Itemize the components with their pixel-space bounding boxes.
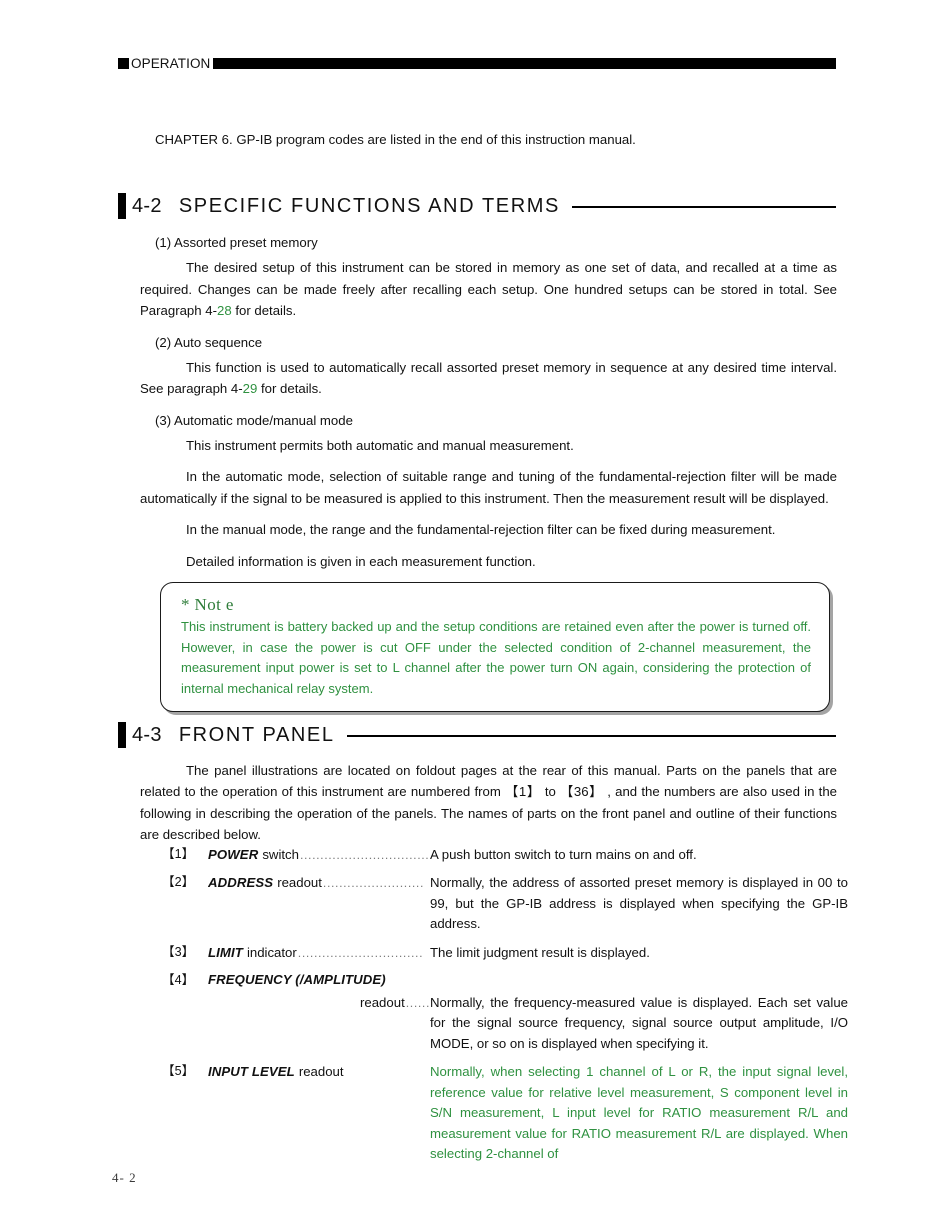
part-label-group: POWER switch ...........................…: [208, 845, 430, 865]
part-number-tag: 【4】: [162, 973, 195, 988]
part-label-group: readout ......: [208, 993, 430, 1013]
cross-reference-4-29: 29: [242, 381, 258, 397]
part-number-tag: 【2】: [162, 875, 195, 890]
page-number-footer: 4- 2: [112, 1170, 137, 1185]
paragraph-front-panel-intro: The panel illustrations are located on f…: [140, 760, 837, 846]
panel-part-range-end: 【36】: [560, 784, 603, 800]
section-4-2-body: (1) Assorted preset memory The desired s…: [140, 232, 837, 582]
dot-leader: ...............................: [297, 945, 424, 960]
section-horizontal-rule: [346, 735, 836, 737]
part-kind: indicator: [246, 944, 297, 960]
paragraph-auto-sequence: This function is used to automatically r…: [140, 357, 837, 400]
part-description-row: readout ...... Normally, the frequency-m…: [162, 993, 848, 1054]
cross-reference-4-28: 28: [216, 303, 232, 319]
part-heading-row: 【4】 FREQUENCY (/AMPLITUDE): [162, 971, 848, 991]
paragraph-auto-manual-intro: This instrument permits both automatic a…: [186, 438, 574, 453]
dot-leader: ......: [405, 995, 430, 1010]
list-item: 【2】 ADDRESS readout ....................…: [162, 873, 848, 934]
part-number-tag: 【3】: [162, 944, 195, 959]
header-section-label: OPERATION: [131, 55, 211, 71]
part-label-group: INPUT LEVEL readout: [208, 1062, 430, 1082]
section-heading-4-2: 4-2 SPECIFIC FUNCTIONS AND TERMS: [118, 193, 836, 219]
document-page: OPERATION CHAPTER 6. GP-IB program codes…: [0, 0, 950, 1230]
part-number-tag: 【5】: [162, 1064, 195, 1079]
list-item: 【1】 POWER switch .......................…: [162, 845, 848, 865]
dot-leader: .........................: [322, 876, 424, 891]
part-description: Normally, the frequency-measured value i…: [430, 994, 848, 1051]
list-item: 【3】 LIMIT indicator ....................…: [162, 943, 848, 963]
list-item: (2) Auto sequence: [155, 334, 263, 350]
part-kind: readout: [360, 994, 405, 1010]
part-label-group: LIMIT indicator ........................…: [208, 943, 430, 963]
panel-part-range-start: 【1】: [505, 784, 541, 800]
list-item: (3) Automatic mode/manual mode: [155, 412, 353, 428]
list-item: 【4】 FREQUENCY (/AMPLITUDE) readout .....…: [162, 971, 848, 1054]
part-description: Normally, the address of assorted preset…: [430, 875, 848, 932]
paragraph-text-b: for details.: [257, 381, 322, 397]
part-term: INPUT LEVEL: [208, 1064, 295, 1080]
section-title: SPECIFIC FUNCTIONS AND TERMS: [178, 194, 560, 217]
section-title: FRONT PANEL: [178, 723, 335, 746]
section-horizontal-rule: [571, 206, 836, 208]
part-kind: readout: [277, 875, 322, 891]
part-term: ADDRESS: [208, 875, 274, 891]
note-body-text: This instrument is battery backed up and…: [181, 619, 811, 696]
front-panel-parts-list: 【1】 POWER switch .......................…: [162, 845, 848, 1172]
header-rule-bar: [213, 57, 836, 69]
paragraph-automatic-mode: In the automatic mode, selection of suit…: [140, 469, 837, 506]
chapter-reference-line: CHAPTER 6. GP-IB program codes are liste…: [155, 132, 636, 147]
paragraph-manual-mode: In the manual mode, the range and the fu…: [186, 522, 776, 538]
part-term: FREQUENCY (/AMPLITUDE): [208, 972, 386, 988]
section-4-3-body: The panel illustrations are located on f…: [140, 760, 837, 856]
section-number: 4-3: [132, 723, 162, 746]
dot-leader: ................................: [299, 848, 430, 862]
part-description: Normally, when selecting 1 channel of L …: [430, 1064, 848, 1161]
list-item: 【5】 INPUT LEVEL readout Normally, when s…: [162, 1062, 848, 1164]
part-number-tag: 【1】: [162, 847, 195, 861]
section-marker-bar: [118, 722, 126, 748]
part-label-group: ADDRESS readout ........................…: [208, 873, 430, 893]
running-header: OPERATION: [118, 52, 836, 74]
list-item: (1) Assorted preset memory: [155, 235, 318, 250]
part-term: POWER: [208, 847, 259, 862]
section-marker-bar: [118, 193, 126, 219]
part-kind: readout: [298, 1064, 344, 1080]
note-callout-box: * Not e This instrument is battery backe…: [160, 582, 830, 713]
paragraph-assorted-preset-memory: The desired setup of this instrument can…: [140, 257, 837, 321]
note-title: * Not e: [181, 595, 234, 614]
part-description: A push button switch to turn mains on an…: [430, 847, 697, 862]
part-term: LIMIT: [208, 944, 243, 960]
part-description: The limit judgment result is displayed.: [430, 944, 650, 960]
part-kind: switch: [262, 847, 299, 862]
header-square-bullet-icon: [118, 57, 129, 69]
section-heading-4-3: 4-3 FRONT PANEL: [118, 722, 836, 748]
section-number: 4-2: [132, 194, 162, 217]
intro-text-mid: to: [540, 784, 561, 800]
paragraph-detailed-info: Detailed information is given in each me…: [186, 553, 536, 569]
paragraph-text-b: for details.: [231, 303, 297, 319]
